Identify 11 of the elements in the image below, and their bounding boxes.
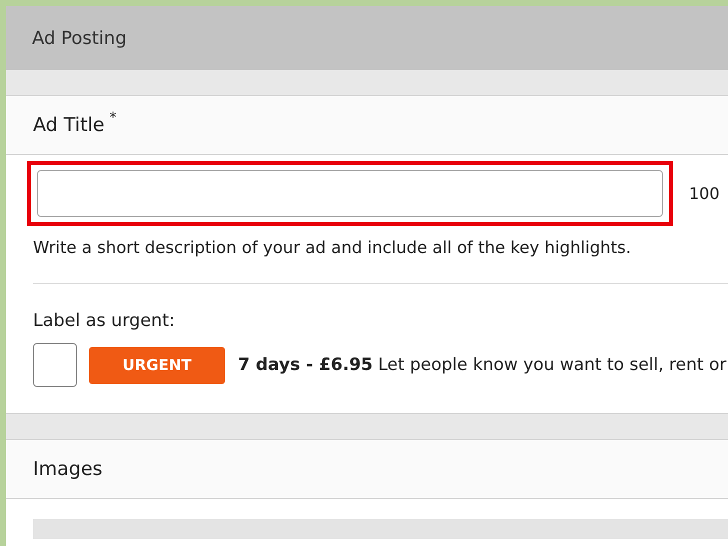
section-title: Ad Title [33,114,104,136]
required-mark: * [109,110,116,126]
section-title: Images [33,458,102,480]
page-title: Ad Posting [32,28,127,48]
urgent-description: 7 days - £6.95 Let people know you want to sell, rent or [238,355,726,375]
urgent-badge: URGENT [89,346,225,384]
hint-text: Write a short description of your ad and include all of the key highlights. [33,238,632,257]
input-field[interactable] [37,170,663,217]
checkbox[interactable] [33,343,77,387]
field-label: Label as urgent: [33,311,176,331]
character-counter: 100 [689,184,720,203]
